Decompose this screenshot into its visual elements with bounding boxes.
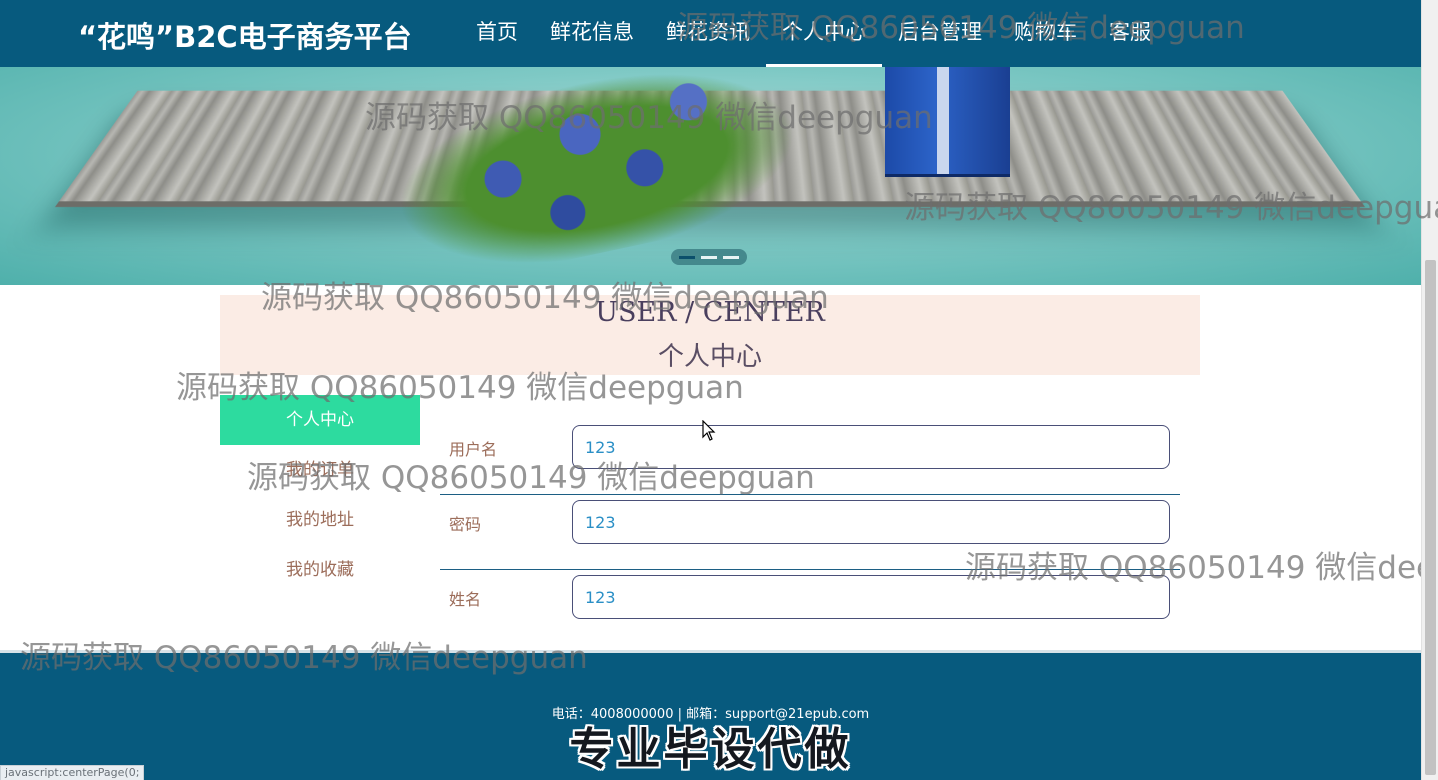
- nav-item-service[interactable]: 客服: [1093, 0, 1167, 67]
- sidebar-item-user-center[interactable]: 个人中心: [220, 395, 420, 445]
- user-sidebar: 个人中心 我的订单 我的地址 我的收藏: [220, 395, 420, 595]
- nav-item-cart[interactable]: 购物车: [998, 0, 1093, 67]
- section-title-block: USER / CENTER 个人中心: [220, 295, 1200, 375]
- site-footer: 电话：4008000000 | 邮箱：support@21epub.com 专业…: [0, 650, 1421, 780]
- banner-gift-box-image: [885, 67, 1010, 177]
- section-title-zh: 个人中心: [657, 342, 762, 372]
- browser-status-bar: javascript:centerPage(0;: [0, 765, 145, 780]
- site-header: “花鸣”B2C电子商务平台 首页 鲜花信息 鲜花资讯 个人中心 后台管理 购物车…: [0, 0, 1421, 67]
- carousel-dot-2[interactable]: [701, 255, 717, 259]
- page: “花鸣”B2C电子商务平台 首页 鲜花信息 鲜花资讯 个人中心 后台管理 购物车…: [0, 0, 1438, 780]
- site-logo[interactable]: “花鸣”B2C电子商务平台: [78, 14, 412, 56]
- nav-item-admin[interactable]: 后台管理: [882, 0, 998, 67]
- nav-item-flower-info[interactable]: 鲜花信息: [534, 0, 650, 67]
- footer-slogan: 专业毕设代做: [569, 724, 852, 775]
- name-label: 姓名: [449, 590, 482, 609]
- form-row-password: 密码: [440, 495, 1180, 570]
- username-label: 用户名: [449, 440, 498, 459]
- form-row-username: 用户名: [440, 420, 1180, 495]
- carousel-dot-3[interactable]: [723, 255, 739, 259]
- nav-item-home[interactable]: 首页: [460, 0, 534, 67]
- scrollbar-thumb[interactable]: [1425, 260, 1436, 775]
- user-info-form: 用户名 密码 姓名: [440, 420, 1180, 645]
- carousel-dot-1[interactable]: [679, 255, 695, 259]
- password-input[interactable]: [572, 500, 1170, 544]
- username-input[interactable]: [572, 425, 1170, 469]
- form-row-name: 姓名: [440, 570, 1180, 645]
- nav-item-user-center[interactable]: 个人中心: [766, 0, 882, 67]
- mouse-cursor-icon: [702, 420, 716, 441]
- password-label: 密码: [449, 515, 482, 534]
- nav-item-flower-news[interactable]: 鲜花资讯: [650, 0, 766, 67]
- sidebar-item-my-orders[interactable]: 我的订单: [220, 445, 420, 495]
- section-title-en: USER / CENTER: [595, 297, 825, 328]
- main-nav: 首页 鲜花信息 鲜花资讯 个人中心 后台管理 购物车 客服: [460, 0, 1167, 67]
- sidebar-item-my-favorites[interactable]: 我的收藏: [220, 545, 420, 595]
- name-input[interactable]: [572, 575, 1170, 619]
- sidebar-item-my-address[interactable]: 我的地址: [220, 495, 420, 545]
- page-scrollbar[interactable]: [1421, 0, 1438, 780]
- carousel-indicators: [671, 249, 747, 265]
